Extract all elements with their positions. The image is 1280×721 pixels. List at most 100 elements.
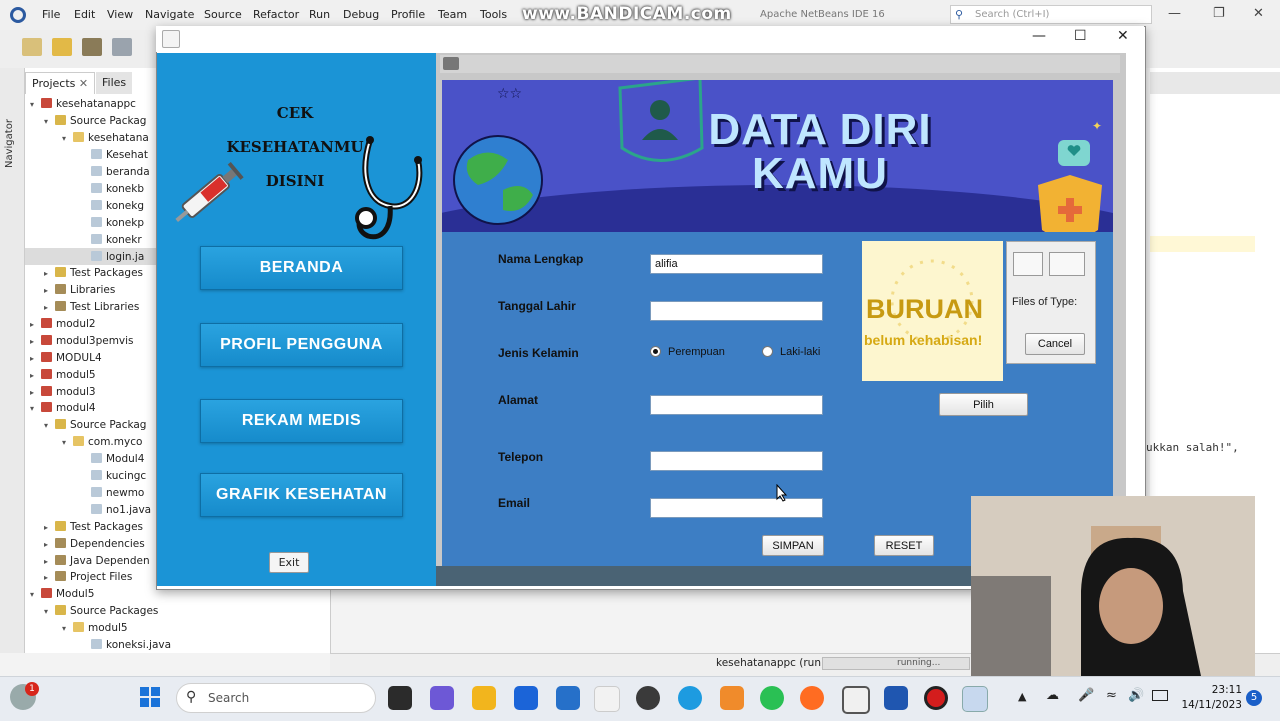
tree-item[interactable]: ▸ Test Libraries	[44, 301, 139, 313]
cancel-button[interactable]: Cancel	[1025, 333, 1085, 355]
radio-laki-laki[interactable]	[762, 346, 773, 357]
file-explorer-icon[interactable]	[472, 686, 496, 710]
tree-item[interactable]: ▸ Java Dependen	[44, 555, 150, 567]
windows-start-icon[interactable]	[139, 686, 161, 708]
tree-item[interactable]: konekb	[80, 183, 144, 195]
app-maximize-icon[interactable]: ☐	[1074, 28, 1087, 44]
tree-item[interactable]: ▾ modul4	[30, 402, 96, 414]
exit-button[interactable]: Exit	[269, 552, 309, 573]
tree-item[interactable]: ▾ Source Packag	[44, 115, 146, 127]
expand-down-icon[interactable]: ▾	[30, 100, 38, 109]
tree-item[interactable]: ▸ modul5	[30, 369, 96, 381]
tree-item[interactable]: ▸ Test Packages	[44, 521, 143, 533]
menu-run[interactable]: Run	[309, 8, 330, 21]
tanggal-lahir-input[interactable]	[650, 301, 823, 321]
teams-chat-icon[interactable]	[430, 686, 454, 710]
tree-item[interactable]: ▸ modul2	[30, 318, 96, 330]
xampp-icon[interactable]	[720, 686, 744, 710]
nav-beranda-button[interactable]: BERANDA	[200, 246, 403, 290]
pilih-button[interactable]: Pilih	[939, 393, 1028, 416]
internal-frame-menu-icon[interactable]	[443, 57, 459, 70]
expand-right-icon[interactable]: ▸	[44, 303, 52, 312]
expand-right-icon[interactable]: ▸	[44, 286, 52, 295]
chevron-up-icon[interactable]: ▲	[1018, 690, 1026, 703]
ide-search-input[interactable]: ⚲ Search (Ctrl+I)	[950, 5, 1152, 24]
open-project-icon[interactable]	[82, 38, 102, 56]
expand-right-icon[interactable]: ▸	[30, 371, 38, 380]
nama-lengkap-input[interactable]	[650, 254, 823, 274]
nav-profil-pengguna-button[interactable]: PROFIL PENGGUNA	[200, 323, 403, 367]
tree-item[interactable]: konekg	[80, 200, 144, 212]
tree-item[interactable]: Kesehat	[80, 149, 148, 161]
microsoft-store-icon[interactable]	[556, 686, 580, 710]
telepon-input[interactable]	[650, 451, 823, 471]
email-input[interactable]	[650, 498, 823, 518]
menu-debug[interactable]: Debug	[343, 8, 379, 21]
nav-grafik-kesehatan-button[interactable]: GRAFIK KESEHATAN	[200, 473, 403, 517]
expand-down-icon[interactable]: ▾	[30, 590, 38, 599]
menu-team[interactable]: Team	[438, 8, 467, 21]
tree-item[interactable]: ▾ Modul5	[30, 588, 94, 600]
expand-right-icon[interactable]: ▸	[44, 269, 52, 278]
microphone-icon[interactable]: 🎤	[1078, 688, 1094, 703]
tree-item[interactable]: konekr	[80, 234, 142, 246]
minimize-icon[interactable]: —	[1168, 6, 1181, 21]
tree-item[interactable]: ▸ Project Files	[44, 571, 132, 583]
reset-button[interactable]: RESET	[874, 535, 934, 556]
menu-refactor[interactable]: Refactor	[253, 8, 299, 21]
taskbar-search-input[interactable]: ⚲ Search	[176, 683, 376, 713]
menu-file[interactable]: File	[42, 8, 60, 21]
tree-item[interactable]: ▸ modul3pemvis	[30, 335, 134, 347]
taskbar-clock[interactable]: 23:11 14/11/2023	[1180, 683, 1242, 713]
restore-icon[interactable]: ❐	[1213, 6, 1225, 21]
menu-edit[interactable]: Edit	[74, 8, 95, 21]
app-minimize-icon[interactable]: —	[1032, 28, 1046, 44]
expand-down-icon[interactable]: ▾	[62, 134, 70, 143]
menu-view[interactable]: View	[107, 8, 133, 21]
tree-item[interactable]: ▸ MODUL4	[30, 352, 102, 364]
expand-right-icon[interactable]: ▸	[44, 540, 52, 549]
menu-profile[interactable]: Profile	[391, 8, 425, 21]
app-close-icon[interactable]: ✕	[1117, 28, 1129, 44]
tree-item[interactable]: ▸ Libraries	[44, 284, 115, 296]
wifi-icon[interactable]: ≈	[1106, 688, 1117, 703]
tree-item[interactable]: kucingc	[80, 470, 146, 482]
tree-item[interactable]: beranda	[80, 166, 150, 178]
firefox-icon[interactable]	[800, 686, 824, 710]
menu-tools[interactable]: Tools	[480, 8, 507, 21]
tab-files[interactable]: Files	[96, 72, 133, 94]
tree-item[interactable]: konekp	[80, 217, 144, 229]
close-icon[interactable]: ✕	[1253, 6, 1264, 21]
hexagon-app-icon[interactable]	[842, 686, 870, 714]
expand-down-icon[interactable]: ▾	[62, 438, 70, 447]
radio-perempuan[interactable]	[650, 346, 661, 357]
internal-frame-titlebar[interactable]	[440, 55, 1120, 73]
tree-item[interactable]: login.ja	[80, 251, 144, 263]
amazon-icon[interactable]	[594, 686, 620, 712]
whatsapp-icon[interactable]	[636, 686, 660, 710]
expand-down-icon[interactable]: ▾	[44, 607, 52, 616]
java-app-taskbar-icon[interactable]	[962, 686, 988, 712]
tree-item[interactable]: ▾ kesehatanappc	[30, 98, 136, 110]
tree-item[interactable]: ▾ Source Packages	[44, 605, 158, 617]
tree-item[interactable]: ▸ Test Packages	[44, 267, 143, 279]
tree-item[interactable]: koneksi.java	[80, 639, 171, 651]
volume-icon[interactable]: 🔊	[1128, 688, 1144, 703]
battery-icon[interactable]	[1152, 690, 1168, 701]
network-status-icon[interactable]: ☁	[1046, 688, 1059, 703]
expand-right-icon[interactable]: ▸	[44, 523, 52, 532]
menu-source[interactable]: Source	[204, 8, 242, 21]
edge-browser-icon[interactable]	[678, 686, 702, 710]
tree-item[interactable]: no1.java	[80, 504, 151, 516]
expand-down-icon[interactable]: ▾	[62, 624, 70, 633]
tree-item[interactable]: ▾ com.myco	[62, 436, 142, 448]
tab-projects[interactable]: Projects ✕	[25, 72, 96, 94]
tree-item[interactable]: ▾ Source Packag	[44, 419, 146, 431]
menu-navigate[interactable]: Navigate	[145, 8, 194, 21]
expand-right-icon[interactable]: ▸	[44, 557, 52, 566]
bandicam-record-icon[interactable]	[924, 686, 948, 710]
details-view-icon[interactable]	[1049, 252, 1085, 276]
task-view-icon[interactable]	[388, 686, 412, 710]
whatsapp-desktop-icon[interactable]	[760, 686, 784, 710]
nav-rekam-medis-button[interactable]: REKAM MEDIS	[200, 399, 403, 443]
